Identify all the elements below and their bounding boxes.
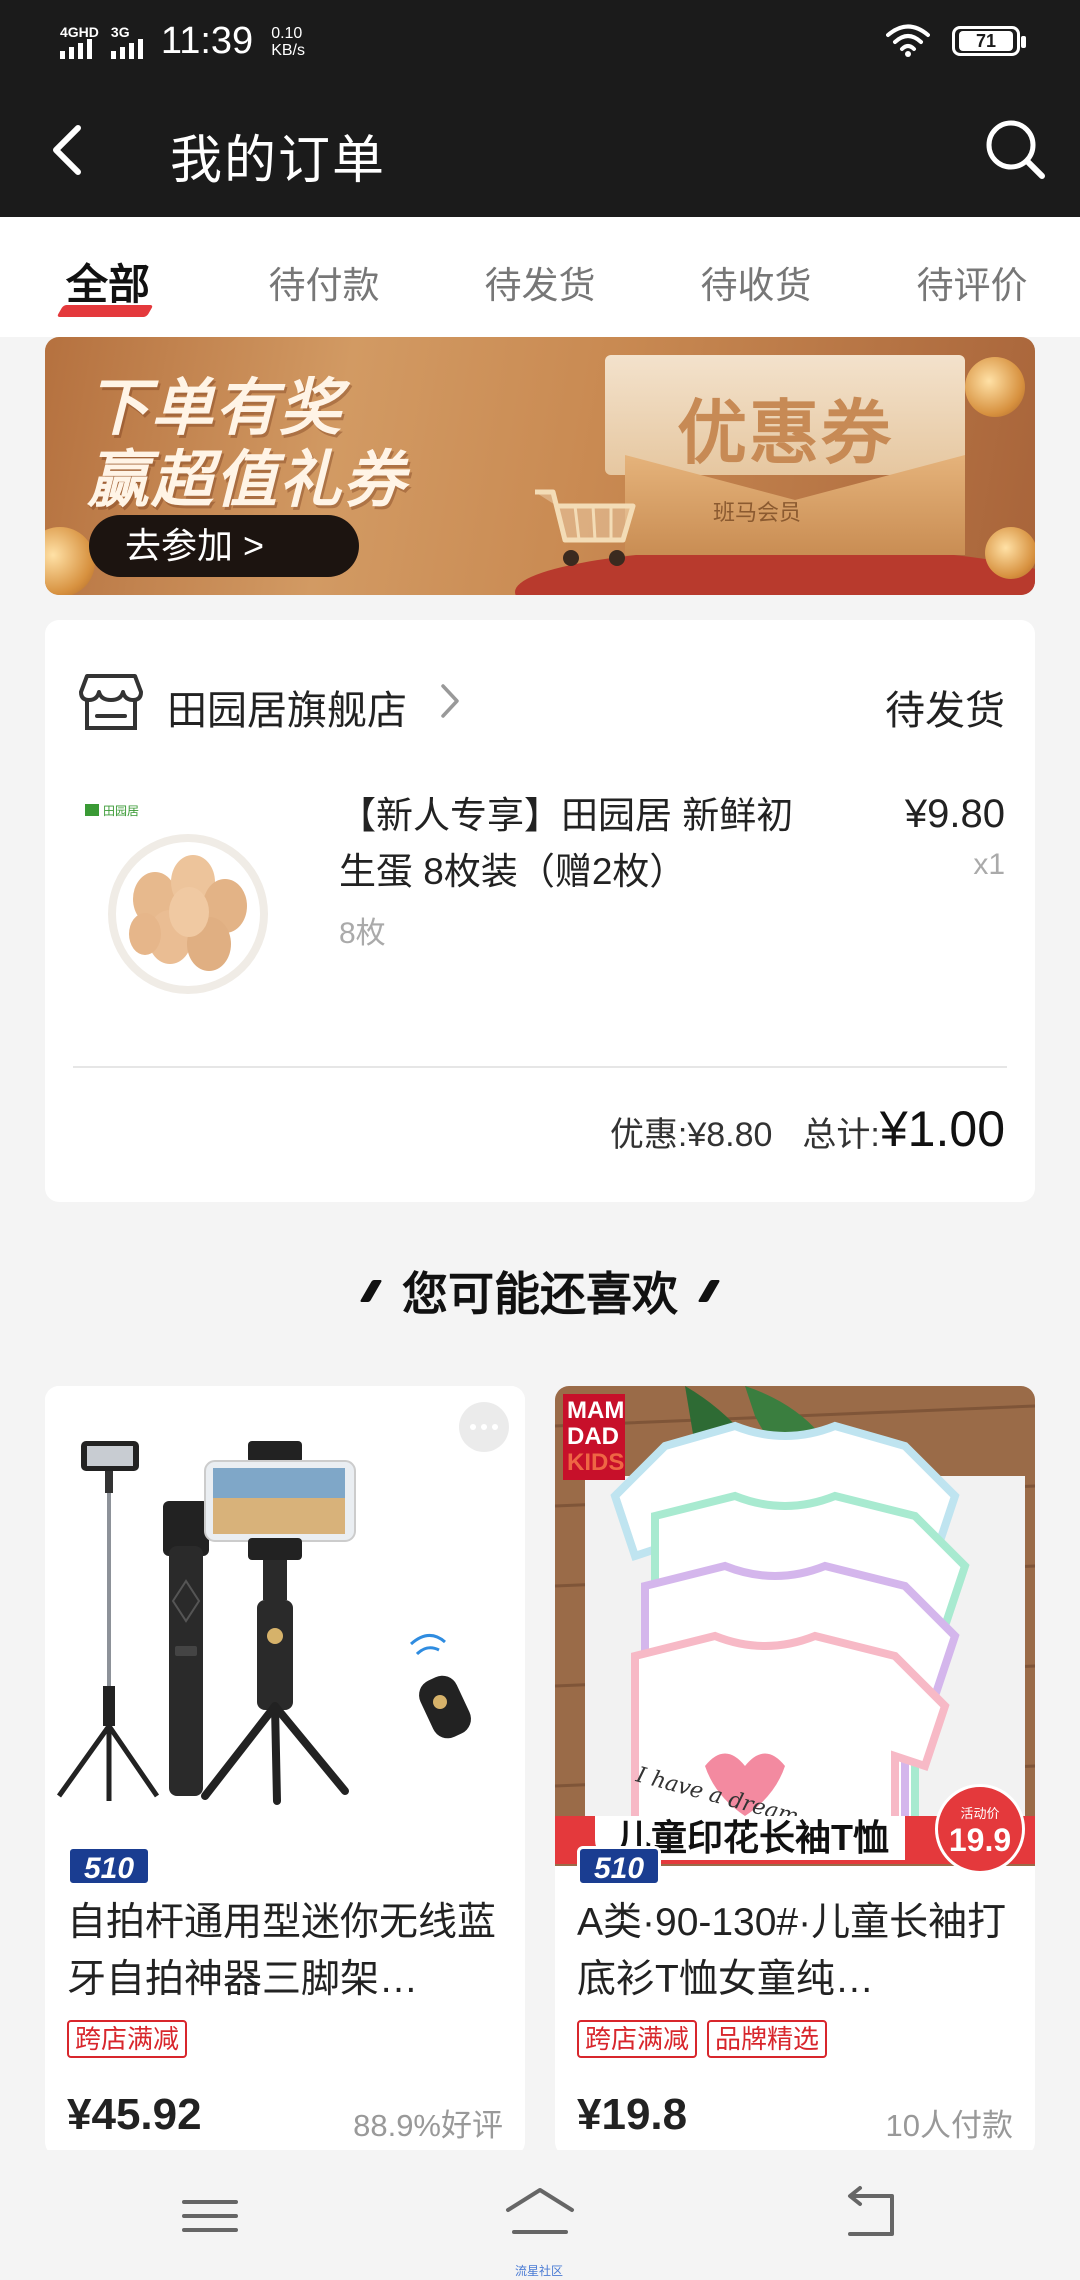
- promo-price-value: 19.9: [948, 1822, 1012, 1858]
- product-price: ¥9.80: [904, 792, 1005, 836]
- tab-pending-shipment[interactable]: 待发货: [432, 217, 648, 337]
- store-name[interactable]: 田园居旗舰店: [167, 678, 407, 736]
- coupon-card: 优惠券: [605, 355, 965, 475]
- system-nav-bar: 流星社区: [0, 2150, 1080, 2280]
- coin-icon: [985, 527, 1035, 579]
- decor-slash-icon: [359, 1280, 383, 1302]
- order-tabs: 全部 待付款 待发货 待收货 待评价: [0, 217, 1080, 337]
- signal-4g-label: 4GHD: [60, 23, 99, 40]
- network-speed-value: 0.10: [271, 24, 303, 42]
- product-quantity: x1: [973, 848, 1005, 881]
- recommend-header: 您可能还喜欢: [0, 1258, 1080, 1324]
- status-bar: 4GHD 3G 11:39 0.10 KB/s 71: [0, 0, 1080, 80]
- search-icon[interactable]: [980, 114, 1050, 184]
- product-image-selfie-stick[interactable]: [45, 1386, 525, 1866]
- signal-3g: 3G: [110, 23, 143, 59]
- promo-510-badge: 510: [577, 1846, 661, 1886]
- tag-brand-selection: 品牌精选: [707, 2020, 828, 2058]
- more-options-icon[interactable]: [459, 1402, 509, 1452]
- thumb-brand: 田园居: [103, 804, 139, 818]
- recommend-item-title[interactable]: 自拍杆通用型迷你无线蓝牙自拍神器三脚架…: [67, 1894, 507, 2008]
- recommend-card[interactable]: 510 自拍杆通用型迷你无线蓝牙自拍神器三脚架… 跨店满减 ¥45.92 88.…: [45, 1386, 525, 2156]
- tab-pending-receipt[interactable]: 待收货: [648, 217, 864, 337]
- network-speed-unit: KB/s: [271, 41, 305, 59]
- recommend-item-price: ¥45.92: [67, 2090, 202, 2139]
- order-status: 待发货: [885, 689, 1005, 733]
- brand-logo: MAM DAD KIDS: [563, 1394, 625, 1480]
- order-card[interactable]: 田园居旗舰店 待发货 田园居 【新人专享】田园居 新鲜初生蛋 8枚装（赠2枚） …: [45, 620, 1035, 1202]
- page-title: 我的订单: [170, 132, 387, 190]
- tag-list: 跨店满减: [67, 2020, 188, 2058]
- promo-banner[interactable]: 优惠券 班马会员 下单有奖 赢超值礼券 去参加 >: [45, 337, 1035, 595]
- tag-cross-store-discount: 跨店满减: [577, 2020, 698, 2058]
- menu-icon[interactable]: [170, 2180, 250, 2250]
- decor-slash-icon: [697, 1280, 721, 1302]
- recommend-item-title[interactable]: A类·90-130#·儿童长袖打底衫T恤女童纯…: [577, 1894, 1017, 2008]
- store-icon: [79, 674, 143, 730]
- join-button[interactable]: 去参加 >: [89, 515, 359, 577]
- signal-4g-icon: [60, 38, 92, 59]
- product-spec: 8枚: [339, 917, 386, 950]
- promo-price-circle: 活动价 19.9: [935, 1784, 1025, 1874]
- status-left: 4GHD 3G 11:39 0.10 KB/s: [60, 20, 305, 63]
- title-bar: 我的订单: [0, 80, 1080, 217]
- recommend-title: 您可能还喜欢: [402, 1268, 678, 1320]
- shopping-cart-icon: [535, 489, 636, 566]
- brand-logo-line: DAD: [567, 1423, 619, 1450]
- divider: [73, 1066, 1007, 1068]
- recommend-item-price: ¥19.8: [577, 2090, 688, 2139]
- tab-pending-review[interactable]: 待评价: [864, 217, 1080, 337]
- banner-headline-2: 赢超值礼券: [87, 446, 408, 515]
- back-icon[interactable]: [830, 2180, 910, 2250]
- total-value: ¥1.00: [879, 1101, 1005, 1157]
- promo-price-label: 活动价: [960, 1806, 1000, 1821]
- home-icon[interactable]: [500, 2180, 580, 2250]
- recommend-card[interactable]: I have a dream MAM DAD KIDS 儿童印花长袖T恤 活动价…: [555, 1386, 1035, 2156]
- product-thumbnail[interactable]: 田园居: [85, 804, 275, 994]
- promo-510-badge: 510: [67, 1846, 151, 1886]
- coin-icon: [965, 357, 1025, 417]
- total: 总计:¥1.00: [802, 1100, 1005, 1158]
- tag-cross-store-discount: 跨店满减: [67, 2020, 188, 2058]
- brand-logo-line: KIDS: [567, 1449, 625, 1476]
- recommend-item-buyers: 10人付款: [885, 2108, 1013, 2143]
- tab-pending-payment[interactable]: 待付款: [216, 217, 432, 337]
- coupon-text: 优惠券: [677, 394, 893, 472]
- chevron-right-icon[interactable]: [437, 682, 465, 720]
- envelope-brand: 班马会员: [713, 500, 802, 525]
- tab-all[interactable]: 全部: [0, 217, 216, 337]
- status-right: 71: [886, 24, 1026, 58]
- signal-3g-label: 3G: [110, 23, 130, 40]
- wifi-icon: [886, 24, 930, 57]
- total-label: 总计:: [802, 1116, 880, 1154]
- network-speed: 0.10 KB/s: [271, 25, 305, 59]
- battery-level: 71: [959, 31, 1013, 51]
- order-summary: 优惠:¥8.80 总计:¥1.00: [610, 1100, 1005, 1158]
- brand-logo-line: MAM: [567, 1397, 625, 1424]
- home-label: 流星社区: [515, 2264, 564, 2278]
- back-arrow-icon[interactable]: [40, 120, 100, 180]
- signal-3g-icon: [110, 38, 143, 59]
- battery-icon: 71: [952, 26, 1026, 56]
- coin-icon: [45, 527, 95, 595]
- recommend-item-rating: 88.9%好评: [353, 2108, 503, 2143]
- product-title[interactable]: 【新人专享】田园居 新鲜初生蛋 8枚装（赠2枚）: [339, 788, 799, 900]
- signal-4g: 4GHD: [60, 25, 99, 59]
- status-time: 11:39: [160, 20, 254, 62]
- discount-amount: 优惠:¥8.80: [609, 1116, 773, 1154]
- tag-list: 跨店满减 品牌精选: [577, 2020, 828, 2058]
